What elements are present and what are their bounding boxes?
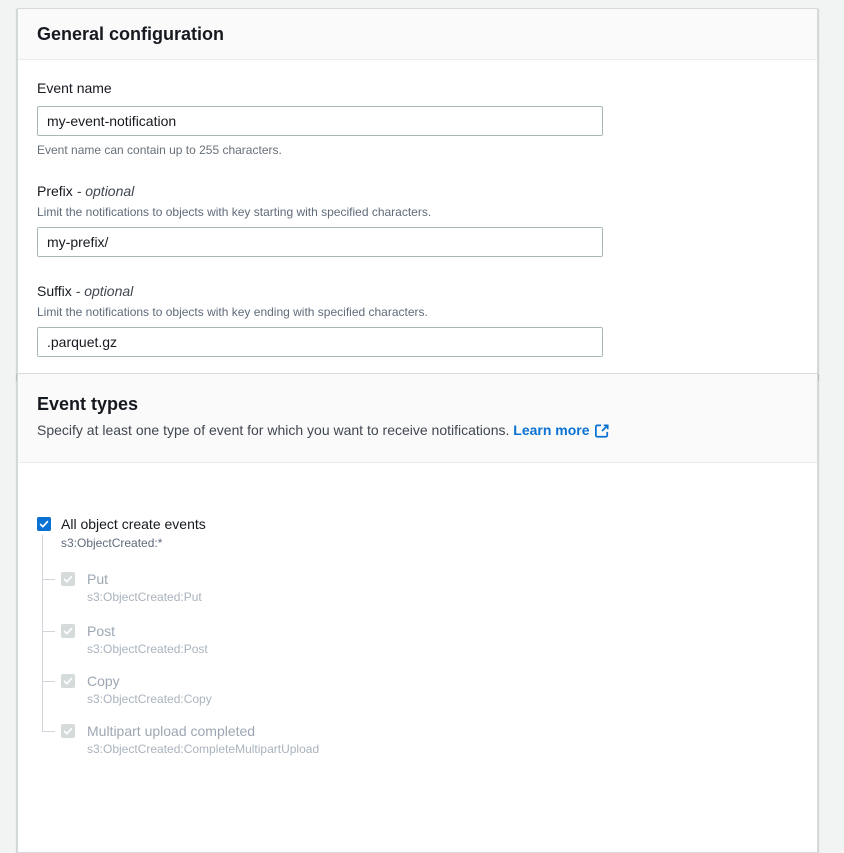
multipart-upload-completed-label: Multipart upload completed <box>87 723 255 739</box>
suffix-label: Suffix - optional <box>37 283 133 299</box>
tree-branch-connector <box>42 681 55 682</box>
event-types-header: Event types Specify at least one type of… <box>18 374 817 463</box>
event-name-helper: Event name can contain up to 255 charact… <box>37 143 797 157</box>
tree-vertical-connector <box>42 535 43 731</box>
learn-more-link[interactable]: Learn more <box>513 422 589 438</box>
suffix-description: Limit the notifications to objects with … <box>37 305 797 319</box>
external-link-icon <box>595 424 609 441</box>
prefix-label-text: Prefix <box>37 183 73 199</box>
post-code: s3:ObjectCreated:Post <box>87 642 208 656</box>
event-types-tree: All object create events s3:ObjectCreate… <box>37 517 797 763</box>
post-checkbox <box>61 624 75 638</box>
general-configuration-title: General configuration <box>37 24 797 45</box>
event-types-title: Event types <box>37 394 797 415</box>
suffix-label-text: Suffix <box>37 283 72 299</box>
general-configuration-header: General configuration <box>18 9 817 60</box>
all-object-create-events-code: s3:ObjectCreated:* <box>61 536 162 550</box>
copy-code: s3:ObjectCreated:Copy <box>87 692 212 706</box>
multipart-upload-completed-code: s3:ObjectCreated:CompleteMultipartUpload <box>87 742 319 756</box>
prefix-description: Limit the notifications to objects with … <box>37 205 797 219</box>
prefix-field-group: Prefix - optional Limit the notification… <box>37 183 797 257</box>
put-checkbox <box>61 572 75 586</box>
suffix-optional-text: - optional <box>76 283 134 299</box>
all-object-create-events-label: All object create events <box>61 516 206 532</box>
event-types-description-row: Specify at least one type of event for w… <box>37 422 797 441</box>
copy-label: Copy <box>87 673 120 689</box>
tree-branch-connector <box>42 631 55 632</box>
put-label: Put <box>87 571 108 587</box>
tree-branch-connector <box>42 579 55 580</box>
prefix-label: Prefix - optional <box>37 183 134 199</box>
suffix-field-group: Suffix - optional Limit the notification… <box>37 283 797 357</box>
event-name-label: Event name <box>37 80 112 96</box>
tree-branch-connector <box>42 731 55 732</box>
prefix-input[interactable] <box>37 227 603 257</box>
prefix-optional-text: - optional <box>77 183 135 199</box>
event-types-card: Event types Specify at least one type of… <box>17 373 818 853</box>
suffix-input[interactable] <box>37 327 603 357</box>
post-label: Post <box>87 623 115 639</box>
general-configuration-card: General configuration Event name Event n… <box>17 8 818 380</box>
general-configuration-body: Event name Event name can contain up to … <box>18 60 817 379</box>
copy-checkbox <box>61 674 75 688</box>
multipart-upload-completed-checkbox <box>61 724 75 738</box>
event-types-body: All object create events s3:ObjectCreate… <box>18 463 817 785</box>
event-name-input[interactable] <box>37 106 603 136</box>
all-object-create-events-checkbox[interactable] <box>37 517 51 531</box>
event-name-field-group: Event name Event name can contain up to … <box>37 80 797 157</box>
put-code: s3:ObjectCreated:Put <box>87 590 202 604</box>
event-types-description: Specify at least one type of event for w… <box>37 422 509 438</box>
